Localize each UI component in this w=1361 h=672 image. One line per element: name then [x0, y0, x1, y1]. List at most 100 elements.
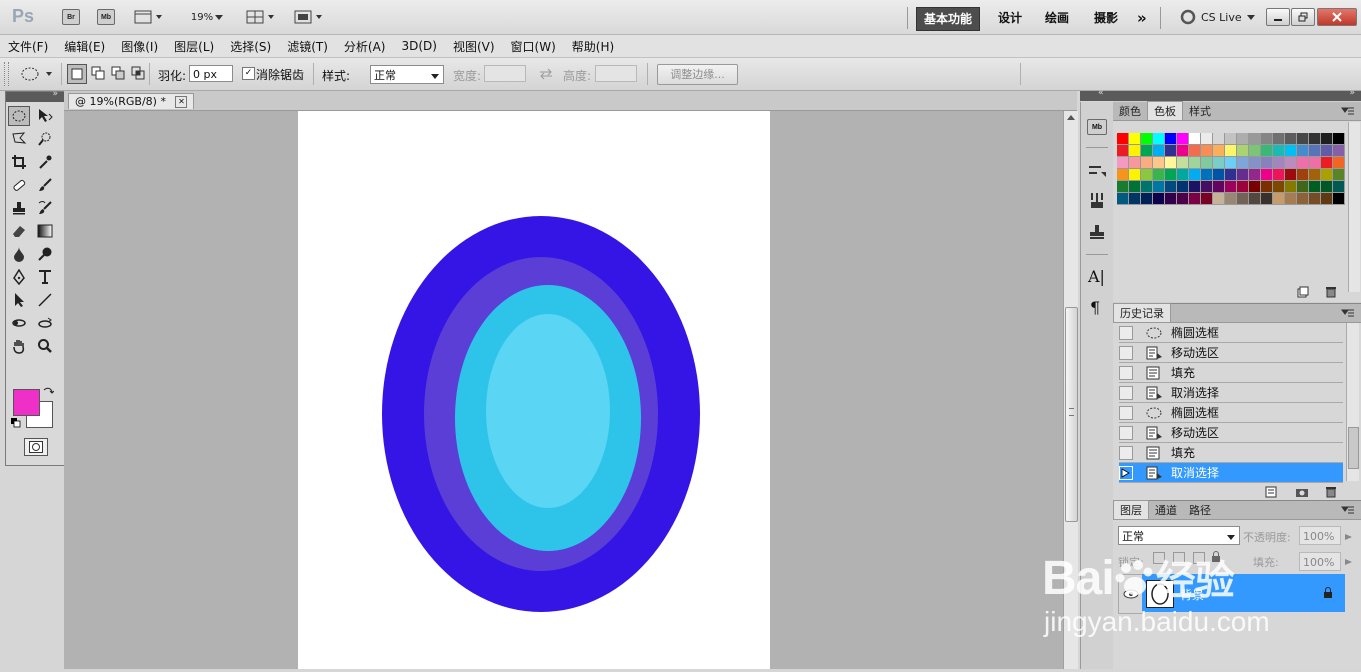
history-source-checkbox[interactable] [1119, 365, 1133, 380]
tab-channels[interactable]: 通道 [1149, 501, 1183, 519]
tool-preset-picker[interactable] [18, 65, 58, 86]
type-tool[interactable] [34, 267, 56, 287]
history-source-checkbox[interactable] [1119, 445, 1133, 460]
color-swatch[interactable] [1285, 157, 1297, 169]
blend-mode-dropdown[interactable]: 正常 [1118, 526, 1240, 545]
cs-live-button[interactable]: CS Live [1180, 7, 1258, 27]
workspace-painting[interactable]: 绘画 [1038, 7, 1076, 29]
move-tool[interactable] [34, 106, 56, 126]
workspace-design[interactable]: 设计 [991, 7, 1029, 29]
color-swatch[interactable] [1297, 157, 1309, 169]
color-swatch[interactable] [1117, 193, 1129, 205]
intersect-selection-button[interactable] [129, 64, 147, 82]
menu-select[interactable]: 选择(S) [222, 38, 279, 55]
color-swatch[interactable] [1213, 157, 1225, 169]
color-swatch[interactable] [1177, 157, 1189, 169]
color-swatch[interactable] [1129, 133, 1141, 145]
menu-filter[interactable]: 滤镜(T) [279, 38, 336, 55]
menu-view[interactable]: 视图(V) [445, 38, 503, 55]
close-document-icon[interactable]: ✕ [175, 96, 188, 108]
color-swatch[interactable] [1261, 169, 1273, 181]
color-swatch[interactable] [1153, 133, 1165, 145]
color-swatch[interactable] [1225, 193, 1237, 205]
collapse-icon[interactable]: » [52, 89, 58, 99]
color-swatch[interactable] [1297, 169, 1309, 181]
history-brush-tool[interactable] [34, 198, 56, 218]
color-swatch[interactable] [1117, 145, 1129, 157]
new-swatch-icon[interactable] [1297, 286, 1309, 298]
brush-tool[interactable] [34, 175, 56, 195]
collapse-icon[interactable]: » [1349, 88, 1355, 98]
color-swatch[interactable] [1321, 157, 1333, 169]
tab-color[interactable]: 颜色 [1113, 102, 1147, 120]
color-swatch[interactable] [1165, 181, 1177, 193]
color-swatch[interactable] [1129, 181, 1141, 193]
color-swatch[interactable] [1333, 181, 1345, 193]
color-swatch[interactable] [1321, 169, 1333, 181]
color-swatch[interactable] [1237, 133, 1249, 145]
color-swatch[interactable] [1249, 145, 1261, 157]
color-swatch[interactable] [1225, 181, 1237, 193]
color-swatch[interactable] [1273, 145, 1285, 157]
document-tab[interactable]: @ 19%(RGB/8) * ✕ [68, 93, 195, 109]
blur-tool[interactable] [8, 244, 30, 264]
color-swatch[interactable] [1189, 181, 1201, 193]
color-swatch[interactable] [1285, 181, 1297, 193]
menu-layer[interactable]: 图层(L) [166, 38, 222, 55]
color-swatch[interactable] [1141, 169, 1153, 181]
color-swatch[interactable] [1117, 169, 1129, 181]
color-swatch[interactable] [1153, 169, 1165, 181]
restore-button[interactable] [1291, 8, 1315, 26]
tab-swatches[interactable]: 色板 [1147, 101, 1183, 120]
style-dropdown[interactable]: 正常 [370, 65, 444, 84]
view-extras-button[interactable] [132, 7, 166, 27]
panel-menu-icon[interactable] [1341, 106, 1355, 116]
color-swatch[interactable] [1201, 133, 1213, 145]
tab-styles[interactable]: 样式 [1183, 102, 1217, 120]
color-swatch[interactable] [1165, 145, 1177, 157]
color-swatch[interactable] [1177, 145, 1189, 157]
color-swatch[interactable] [1273, 193, 1285, 205]
history-item[interactable]: 填充 [1119, 363, 1343, 383]
color-swatch[interactable] [1165, 157, 1177, 169]
color-swatch[interactable] [1201, 157, 1213, 169]
hand-tool[interactable] [8, 336, 30, 356]
camera-snapshot-icon[interactable] [1295, 486, 1309, 498]
color-swatch[interactable] [1333, 157, 1345, 169]
color-swatch[interactable] [1117, 157, 1129, 169]
zoom-tool[interactable] [34, 336, 56, 356]
menu-edit[interactable]: 编辑(E) [56, 38, 113, 55]
color-swatch[interactable] [1321, 133, 1333, 145]
color-swatch[interactable] [1249, 133, 1261, 145]
add-to-selection-button[interactable] [89, 64, 107, 82]
color-swatch[interactable] [1285, 193, 1297, 205]
color-swatch[interactable] [1129, 157, 1141, 169]
history-source-checkbox[interactable] [1119, 385, 1133, 400]
history-item-current[interactable]: 取消选择 [1119, 463, 1343, 483]
menu-3d[interactable]: 3D(D) [393, 39, 444, 53]
color-swatch[interactable] [1225, 133, 1237, 145]
color-swatch[interactable] [1189, 193, 1201, 205]
clone-source-button[interactable] [1087, 223, 1107, 244]
opacity-input[interactable]: 100% [1299, 526, 1341, 545]
menu-analysis[interactable]: 分析(A) [336, 38, 394, 55]
workspace-essentials[interactable]: 基本功能 [916, 7, 981, 31]
swatch-grid[interactable] [1117, 133, 1347, 217]
swap-colors-icon[interactable] [42, 386, 54, 398]
more-workspaces-button[interactable]: » [1130, 7, 1154, 29]
color-swatch[interactable] [1285, 145, 1297, 157]
marquee-tool[interactable] [8, 106, 30, 126]
color-swatch[interactable] [1237, 145, 1249, 157]
color-swatch[interactable] [1201, 145, 1213, 157]
fill-input[interactable]: 100% [1299, 552, 1341, 571]
chevron-right-icon[interactable] [1344, 558, 1354, 566]
color-swatch[interactable] [1213, 133, 1225, 145]
color-swatch[interactable] [1321, 181, 1333, 193]
color-swatch[interactable] [1261, 133, 1273, 145]
color-swatch[interactable] [1201, 169, 1213, 181]
color-swatch[interactable] [1249, 169, 1261, 181]
color-swatch[interactable] [1321, 145, 1333, 157]
color-swatch[interactable] [1237, 181, 1249, 193]
color-swatch[interactable] [1285, 133, 1297, 145]
zoom-level-dropdown[interactable]: 19% [186, 7, 230, 27]
